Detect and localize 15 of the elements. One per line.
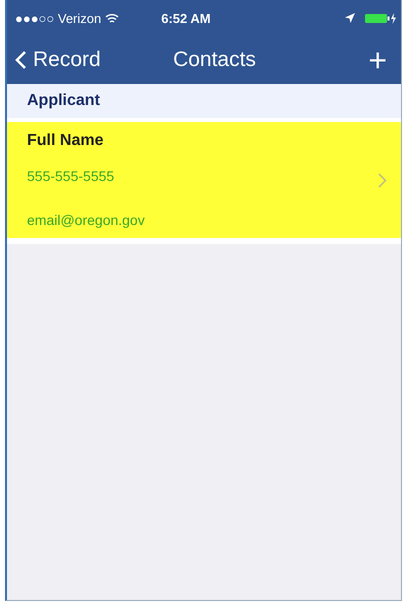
clock: 6:52 AM bbox=[161, 10, 212, 26]
carrier-label: ●●●○○ Verizon bbox=[15, 10, 102, 26]
chevron-right-icon bbox=[378, 172, 387, 188]
contact-row[interactable]: Full Name 555-555-5555 email@oregon.gov bbox=[7, 122, 401, 238]
location-arrow-icon bbox=[345, 13, 355, 23]
back-button[interactable]: Record bbox=[15, 48, 101, 72]
chevron-left-icon bbox=[15, 50, 27, 70]
battery-icon bbox=[365, 12, 397, 24]
contact-name: Full Name bbox=[27, 132, 104, 150]
add-button[interactable]: + bbox=[364, 44, 391, 76]
section-header: Applicant bbox=[7, 84, 401, 118]
screen-title: Contacts bbox=[172, 48, 257, 72]
contact-email: email@oregon.gov bbox=[27, 212, 146, 228]
wifi-icon bbox=[105, 12, 120, 24]
contact-phone: 555-555-5555 bbox=[27, 168, 116, 184]
